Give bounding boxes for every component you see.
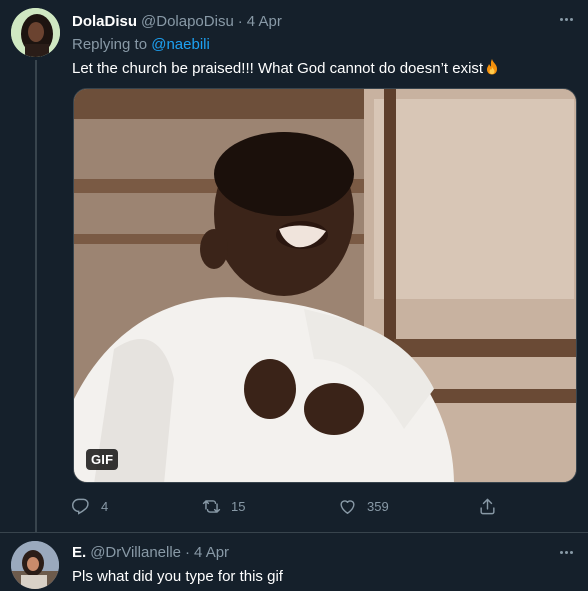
mention-link[interactable]: @naebili [151,36,210,53]
heart-icon [340,499,355,514]
tweet-actions: 4 15 359 [72,494,502,518]
tweet[interactable]: DolaDisu @DolapoDisu · 4 Apr Replying to… [0,0,588,532]
reply-button[interactable]: 4 [72,494,108,518]
gif-badge: GIF [86,449,119,470]
replying-to: Replying to @naebili [72,36,210,53]
reply-count: 4 [101,498,109,514]
timestamp[interactable]: 4 Apr [194,544,229,561]
gif-media[interactable]: GIF [73,88,577,483]
retweet-count: 15 [231,498,246,514]
retweet-button[interactable]: 15 [202,494,245,518]
like-button[interactable]: 359 [338,494,389,518]
share-button[interactable] [478,494,497,518]
tweet-text: Pls what did you type for this gif [72,568,283,585]
tweet-header: DolaDisu @DolapoDisu · 4 Apr [72,12,282,30]
like-count: 359 [367,498,389,514]
fire-icon [484,58,500,79]
gif-frame [74,89,576,482]
more-horizontal-icon[interactable] [556,542,576,562]
avatar[interactable] [11,8,60,57]
share-icon [480,498,495,514]
separator: · [185,543,191,561]
author-handle[interactable]: @DrVillanelle [90,544,181,561]
retweet-icon [202,499,221,513]
tweet-text: Let the church be praised!!! What God ca… [72,58,500,79]
author-name[interactable]: DolaDisu [72,13,137,30]
tweet-header: E. @DrVillanelle · 4 Apr [72,543,229,561]
thread-line [35,60,37,532]
author-handle[interactable]: @DolapoDisu [141,13,234,30]
replying-to-label: Replying to [72,36,148,53]
timestamp[interactable]: 4 Apr [247,13,282,30]
tweet-text-content: Let the church be praised!!! What God ca… [72,60,484,77]
author-name[interactable]: E. [72,544,86,561]
tweet[interactable]: E. @DrVillanelle · 4 Apr Pls what did yo… [0,532,588,591]
more-horizontal-icon[interactable] [556,9,576,29]
separator: · [237,12,243,30]
avatar[interactable] [11,541,59,589]
reply-icon [72,498,89,515]
